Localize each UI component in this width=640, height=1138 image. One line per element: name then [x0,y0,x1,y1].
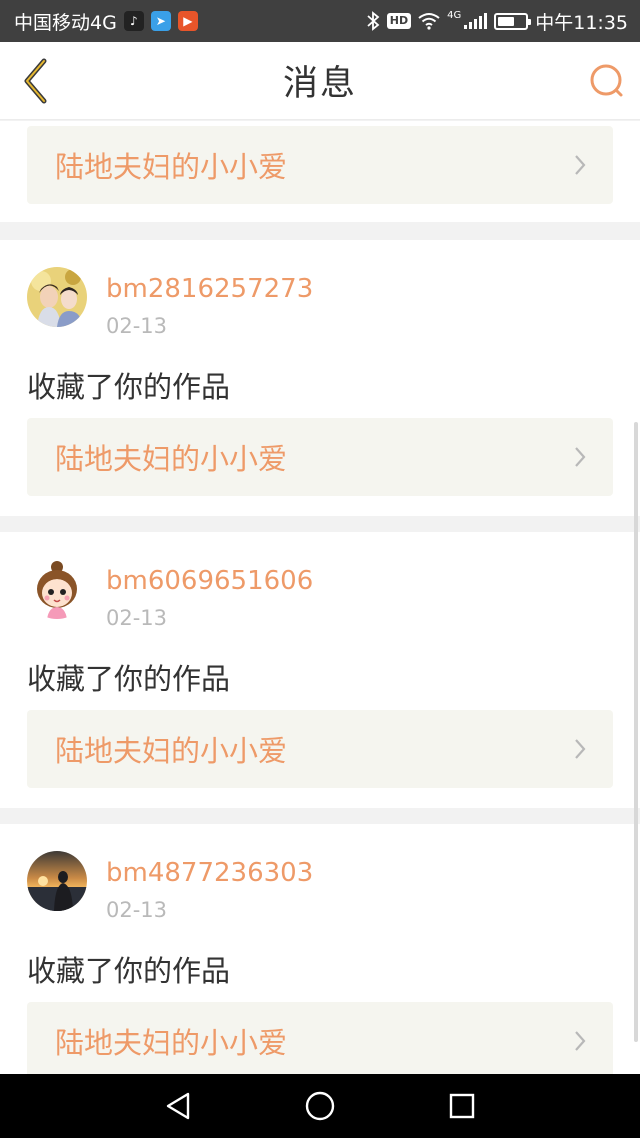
message-card: bm6069651606 02-13 收藏了你的作品 陆地夫妇的小小爱 [0,532,640,808]
chevron-right-icon [575,155,586,175]
bluetooth-icon [367,11,380,31]
clock-label: 中午11:35 [535,11,628,34]
cartoon-girl-avatar[interactable] [27,559,87,619]
username-link[interactable]: bm4877236303 [106,858,313,888]
work-link[interactable]: 陆地夫妇的小小爱 [27,418,613,496]
hd-badge: HD [386,13,412,29]
work-title: 陆地夫妇的小小爱 [55,1026,288,1060]
network-type-label: 4G [447,9,462,21]
message-action-text: 收藏了你的作品 [27,370,231,404]
sunset-silhouette-avatar[interactable] [27,851,87,911]
status-bar: 中国移动4G ♪ ➤ ▶ HD 4G 中午11:35 [0,0,640,42]
home-circle-icon[interactable] [302,1088,338,1124]
chevron-right-icon [575,447,586,467]
telegram-icon: ➤ [150,11,171,31]
work-link[interactable]: 陆地夫妇的小小爱 [27,126,613,204]
work-link[interactable]: 陆地夫妇的小小爱 [27,1002,613,1074]
signal-strength-icon [464,13,488,29]
message-action-text: 收藏了你的作品 [27,954,231,988]
chevron-right-icon [575,1031,586,1051]
status-bar-right: HD 4G 中午11:35 [366,8,628,35]
wifi-icon [418,13,440,30]
work-title: 陆地夫妇的小小爱 [55,734,288,768]
username-link[interactable]: bm6069651606 [106,566,313,596]
message-card: 陆地夫妇的小小爱 [0,121,640,222]
tiktok-icon: ♪ [123,11,144,31]
message-list[interactable]: 陆地夫妇的小小爱 bm2816257273 02-13 收藏了你的作品 陆地夫妇… [0,121,640,1074]
work-title: 陆地夫妇的小小爱 [55,150,288,184]
message-date: 02-13 [106,314,168,338]
work-title: 陆地夫妇的小小爱 [55,442,288,476]
username-link[interactable]: bm2816257273 [106,274,313,304]
header-bar: 消息 [0,42,640,120]
system-navigation-bar [0,1074,640,1138]
message-card: bm4877236303 02-13 收藏了你的作品 陆地夫妇的小小爱 [0,824,640,1074]
message-date: 02-13 [106,898,168,922]
status-bar-left: 中国移动4G ♪ ➤ ▶ [14,8,198,35]
carrier-label: 中国移动4G [14,11,117,34]
back-button[interactable] [12,56,58,106]
back-triangle-icon[interactable] [160,1088,196,1124]
battery-icon [494,12,532,30]
search-icon [590,64,623,97]
couple-photo-avatar[interactable] [27,267,87,327]
message-date: 02-13 [106,606,168,630]
message-action-text: 收藏了你的作品 [27,662,231,696]
video-app-icon: ▶ [177,11,198,31]
work-link[interactable]: 陆地夫妇的小小爱 [27,710,613,788]
search-button[interactable] [586,60,628,102]
recents-square-icon[interactable] [444,1088,480,1124]
chevron-left-icon [24,58,47,104]
scrollbar[interactable] [634,422,638,1042]
chevron-right-icon [575,739,586,759]
message-card: bm2816257273 02-13 收藏了你的作品 陆地夫妇的小小爱 [0,240,640,516]
page-title: 消息 [282,64,357,104]
